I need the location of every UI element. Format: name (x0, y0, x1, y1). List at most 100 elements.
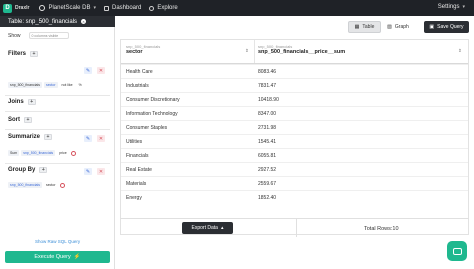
summarize-chips: Sum snp_500_financials price (8, 150, 76, 156)
logo-mark: D (3, 3, 12, 13)
remove-summarize-icon[interactable] (70, 150, 76, 156)
execute-query-button[interactable]: Execute Query ⚡ (5, 251, 110, 263)
show-raw-sql-link[interactable]: Show Raw SQL Query (35, 239, 80, 244)
cell-sector: Consumer Staples (126, 125, 168, 131)
table-row: Financials 6055.81 (121, 148, 468, 162)
nav-explore[interactable]: Explore (149, 5, 178, 11)
nav-explore-label: Explore (157, 5, 178, 11)
database-selector[interactable]: PlanetScale DB ▾ (39, 5, 96, 11)
cell-sector: Health Care (126, 69, 153, 75)
save-query-button[interactable]: ▣ Save Query (424, 21, 469, 33)
cell-price-sum: 1852.40 (258, 195, 277, 201)
col-header-price-sum[interactable]: snp_500_financials snp_500_financials__p… (258, 44, 345, 55)
cell-price-sum: 2559.67 (258, 181, 277, 187)
group-by-label: Group By (8, 167, 36, 173)
filter-value-chip: % (78, 83, 82, 87)
table-row: Real Estate 2927.52 (121, 162, 468, 176)
export-data-button[interactable]: Export Data ▴ (182, 222, 233, 234)
compass-icon (149, 5, 155, 11)
bolt-icon: ⚡ (73, 254, 81, 260)
col-header-sector[interactable]: snp_500_financials sector (126, 44, 160, 55)
cell-price-sum: 8083.46 (258, 69, 277, 75)
database-icon (39, 5, 46, 11)
cell-sector: Financials (126, 153, 149, 159)
delete-summarize-button[interactable]: ✕ (97, 135, 105, 142)
cell-price-sum: 6055.81 (258, 153, 277, 159)
nav-dashboard[interactable]: Dashboard (104, 5, 141, 11)
summarize-column-chip: price (59, 151, 67, 155)
delete-filter-button[interactable]: ✕ (97, 67, 105, 74)
table-row: Utilities 1545.41 (121, 134, 468, 148)
filter-column-chip: sector (43, 82, 58, 88)
table-view-label: Table (362, 24, 375, 30)
show-columns-select[interactable]: 0 columns visible (28, 32, 69, 39)
nav-dashboard-label: Dashboard (112, 5, 142, 11)
close-icon[interactable]: × (81, 19, 87, 24)
section-divider (5, 163, 110, 164)
filters-title: Filters + (8, 51, 39, 57)
summarize-label: Summarize (8, 134, 41, 140)
add-filter-button[interactable]: + (30, 51, 39, 57)
col2-name: snp_500_financials__price__sum (258, 49, 346, 55)
summarize-fn-chip: Sum (8, 150, 20, 156)
filter-operator-chip: not like (61, 83, 73, 87)
total-rows: Total Rows:10 (364, 226, 399, 232)
cell-price-sum: 8347.00 (258, 111, 277, 117)
cell-price-sum: 10418.90 (258, 97, 279, 103)
edit-group-button[interactable]: ✎ (84, 168, 92, 175)
sort-label: Sort (8, 117, 20, 123)
results-table: snp_500_financials sector ⇕ snp_500_fina… (120, 39, 469, 235)
sort-icon[interactable]: ⇕ (245, 48, 249, 54)
table-icon: ▦ (354, 24, 360, 30)
footer-divider (120, 218, 469, 219)
group-chips: snp_500_financials sector (8, 182, 65, 188)
cell-price-sum: 1545.41 (258, 139, 277, 145)
add-join-button[interactable]: + (27, 99, 36, 105)
add-sort-button[interactable]: + (24, 117, 32, 123)
graph-icon: ▨ (387, 24, 392, 30)
summarize-table-chip: snp_500_financials (21, 150, 56, 156)
sort-icon[interactable]: ⇕ (458, 48, 462, 54)
remove-group-icon[interactable] (59, 182, 65, 188)
execute-label: Execute Query (34, 254, 71, 260)
table-row: Information Technology 8347.00 (121, 106, 468, 120)
chevron-up-icon: ▴ (220, 225, 224, 231)
database-name: PlanetScale DB (48, 5, 91, 11)
show-columns-row: Show 0 columns visible (8, 32, 69, 39)
settings-label: Settings (437, 4, 460, 10)
delete-group-button[interactable]: ✕ (97, 168, 105, 175)
table-row: Health Care 8083.46 (121, 64, 468, 78)
chevron-down-icon: ▾ (93, 5, 96, 11)
edit-summarize-button[interactable]: ✎ (84, 135, 92, 142)
footer-divider-vertical (296, 219, 297, 237)
logo-text: Draxlr (15, 5, 30, 11)
summarize-title: Summarize + (8, 134, 53, 140)
table-row: Energy 1852.40 (121, 190, 468, 204)
cell-sector: Industrials (126, 83, 149, 89)
add-summarize-button[interactable]: + (44, 134, 53, 140)
graph-view-button[interactable]: ▨ Graph (383, 21, 413, 33)
table-selector[interactable]: Table: snp_500_financials × (0, 16, 115, 27)
results-panel: ▦ Table ▨ Graph ▣ Save Query snp_500_fin… (116, 16, 474, 269)
col1-name: sector (126, 49, 143, 55)
cell-sector: Utilities (126, 139, 143, 145)
table-row: Industrials 7831.47 (121, 78, 468, 92)
section-divider (5, 129, 110, 130)
joins-title: Joins + (8, 99, 36, 105)
table-label: Table: snp_500_financials (8, 18, 78, 25)
cell-sector: Consumer Discretionary (126, 97, 180, 103)
add-group-button[interactable]: + (39, 167, 48, 173)
table-view-button[interactable]: ▦ Table (348, 21, 381, 33)
group-table-chip: snp_500_financials (8, 182, 42, 188)
chat-support-button[interactable] (447, 241, 467, 261)
table-row: Materials 2559.67 (121, 176, 468, 190)
joins-label: Joins (8, 99, 24, 105)
cell-sector: Materials (126, 181, 147, 187)
filters-label: Filters (8, 51, 27, 57)
column-divider (254, 40, 255, 63)
edit-filter-button[interactable]: ✎ (84, 67, 92, 74)
sort-title: Sort + (8, 117, 32, 123)
cell-sector: Real Estate (126, 167, 152, 173)
settings-menu[interactable]: Settings ▾ (438, 4, 465, 10)
app-logo[interactable]: D Draxlr (3, 3, 30, 13)
